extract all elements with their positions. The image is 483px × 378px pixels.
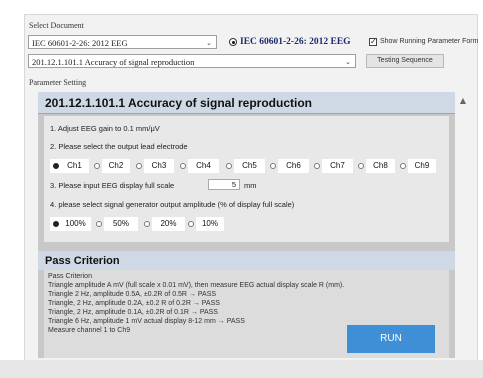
- amplitude-label-50: 50%: [112, 219, 129, 228]
- clause-select[interactable]: 201.12.1.101.1 Accuracy of signal reprod…: [28, 54, 356, 68]
- amplitude-option-20[interactable]: 20%: [152, 217, 185, 231]
- amplitude-radio-100[interactable]: [53, 221, 59, 227]
- channel-label-ch6: Ch6: [286, 161, 301, 170]
- standard-select[interactable]: IEC 60601-2-26: 2012 EEG ⌄: [28, 35, 217, 49]
- channel-radio-ch4[interactable]: [180, 163, 186, 169]
- amplitude-radio-50[interactable]: [96, 221, 102, 227]
- channel-label-ch2: Ch2: [108, 161, 124, 170]
- pass-line: Measure channel 1 to Ch9: [48, 327, 131, 334]
- panel-title: 201.12.1.101.1 Accuracy of signal reprod…: [45, 96, 312, 110]
- pass-line: Triangle amplitude A mV (full scale x 0.…: [48, 282, 345, 289]
- channel-label-ch8: Ch8: [373, 161, 388, 170]
- amplitude-option-100[interactable]: 100%: [50, 217, 91, 231]
- select-document-label: Select Document: [29, 21, 84, 30]
- channel-radio-ch3[interactable]: [136, 163, 142, 169]
- channel-radio-ch1[interactable]: [53, 163, 59, 169]
- amplitude-option-50[interactable]: 50%: [104, 217, 138, 231]
- channel-option-ch2[interactable]: Ch2: [102, 159, 130, 173]
- channel-label-ch7: Ch7: [330, 161, 345, 170]
- pass-line: Triangle, 2 Hz, amplitude 0.1A, ±0.2R of…: [48, 309, 218, 316]
- amplitude-label-20: 20%: [160, 219, 177, 228]
- channel-option-ch5[interactable]: Ch5: [234, 159, 265, 173]
- channel-label-ch9: Ch9: [414, 161, 430, 170]
- clause-select-value: 201.12.1.101.1 Accuracy of signal reprod…: [32, 57, 195, 67]
- channel-radio-ch8[interactable]: [358, 163, 364, 169]
- channel-radio-ch6[interactable]: [270, 163, 276, 169]
- fullscale-unit: mm: [244, 181, 257, 190]
- step-2-text: 2. Please select the output lead electro…: [50, 142, 188, 151]
- pass-criterion-title: Pass Criterion: [45, 255, 120, 267]
- selected-standard-label: IEC 60601-2-26: 2012 EEG: [240, 37, 351, 47]
- channel-radio-ch2[interactable]: [94, 163, 100, 169]
- channel-radio-ch5[interactable]: [226, 163, 232, 169]
- chevron-down-icon: ⌄: [206, 39, 212, 47]
- channel-option-ch4[interactable]: Ch4: [188, 159, 219, 173]
- channel-option-ch9[interactable]: Ch9: [408, 159, 436, 173]
- bottom-strip: [0, 360, 483, 378]
- parameter-setting-label: Parameter Setting: [29, 78, 87, 87]
- channel-option-ch1[interactable]: Ch1: [50, 159, 89, 173]
- chevron-down-icon: ⌄: [345, 58, 351, 66]
- channel-radio-ch7[interactable]: [314, 163, 320, 169]
- step-4-text: 4. please select signal generator output…: [50, 200, 295, 209]
- step-1-text: 1. Adjust EEG gain to 0.1 mm/μV: [50, 124, 160, 133]
- channel-label-ch4: Ch4: [196, 161, 211, 170]
- step-3-text: 3. Please input EEG display full scale: [50, 181, 175, 190]
- testing-sequence-button[interactable]: Testing Sequence: [366, 54, 444, 68]
- pass-line: Pass Criterion: [48, 273, 92, 280]
- channel-option-ch3[interactable]: Ch3: [144, 159, 174, 173]
- amplitude-label-10: 10%: [201, 219, 218, 228]
- amplitude-radio-20[interactable]: [144, 221, 150, 227]
- scroll-up-icon[interactable]: ▲: [458, 96, 468, 106]
- run-button[interactable]: RUN: [347, 325, 435, 353]
- amplitude-radio-10[interactable]: [188, 221, 194, 227]
- channel-radio-ch9[interactable]: [400, 163, 406, 169]
- pass-line: Triangle 6 Hz, amplitude 1 mV actual dis…: [48, 318, 245, 325]
- channel-option-ch7[interactable]: Ch7: [322, 159, 353, 173]
- show-running-parameter-checkbox[interactable]: ✓: [369, 38, 377, 46]
- channel-label-ch3: Ch3: [151, 161, 167, 170]
- channel-label-ch1: Ch1: [67, 161, 82, 170]
- pass-line: Triangle 2 Hz, amplitude 0.5A, ±0.2R of …: [48, 291, 217, 298]
- show-running-parameter-label: Show Running Parameter Form: [380, 38, 479, 45]
- pass-line: Triangle, 2 Hz, amplitude 0.2A, ±0.2 R o…: [48, 300, 220, 307]
- amplitude-label-100: 100%: [65, 219, 86, 228]
- fullscale-input[interactable]: 5: [208, 179, 240, 190]
- amplitude-option-10[interactable]: 10%: [196, 217, 224, 231]
- channel-label-ch5: Ch5: [242, 161, 257, 170]
- standard-radio[interactable]: [229, 38, 237, 46]
- channel-option-ch8[interactable]: Ch8: [366, 159, 395, 173]
- channel-option-ch6[interactable]: Ch6: [278, 159, 309, 173]
- standard-select-value: IEC 60601-2-26: 2012 EEG: [32, 38, 128, 48]
